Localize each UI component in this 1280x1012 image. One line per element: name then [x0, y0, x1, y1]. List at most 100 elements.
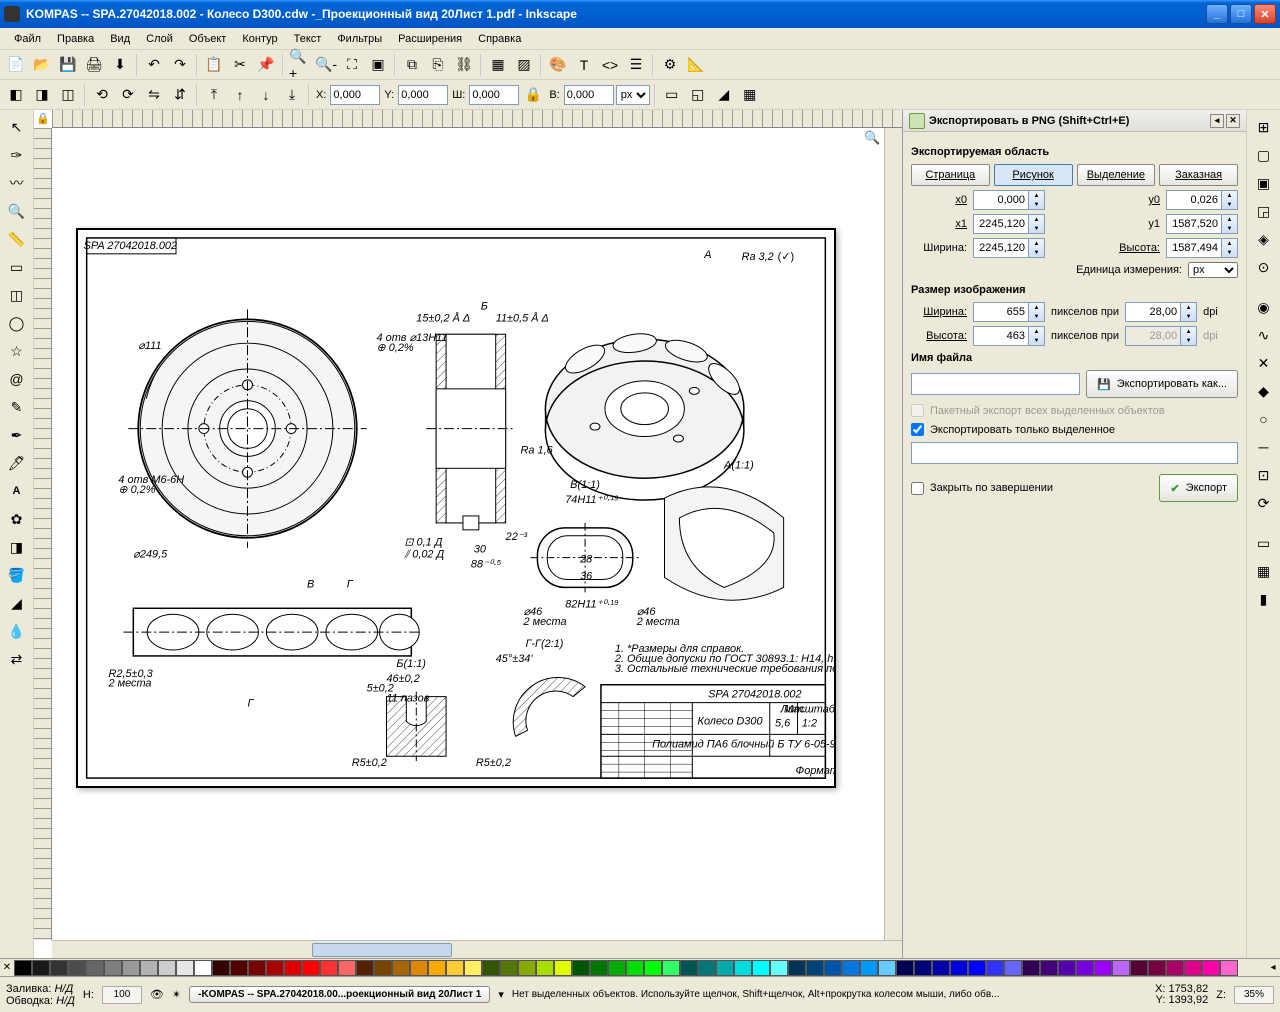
x1-spinner[interactable]: ▲▼ — [1029, 214, 1045, 234]
color-swatch[interactable] — [266, 960, 284, 976]
bezier-tool-icon[interactable]: ✒ — [4, 422, 30, 448]
color-swatch[interactable] — [374, 960, 392, 976]
menu-file[interactable]: Файл — [6, 31, 49, 47]
x1-input[interactable] — [973, 214, 1029, 234]
spiral-tool-icon[interactable]: @ — [4, 366, 30, 392]
area-height-spinner[interactable]: ▲▼ — [1222, 238, 1238, 258]
snap-smooth-icon[interactable]: ○ — [1251, 406, 1277, 432]
dropper-tool-icon[interactable]: 💧 — [4, 618, 30, 644]
area-width-spinner[interactable]: ▲▼ — [1029, 238, 1045, 258]
area-width-input[interactable] — [973, 238, 1029, 258]
color-swatch[interactable] — [500, 960, 518, 976]
color-swatch[interactable] — [194, 960, 212, 976]
only-selection-checkbox[interactable] — [911, 423, 924, 436]
measure-tool-icon[interactable]: 📏 — [4, 226, 30, 252]
zoom-canvas-icon[interactable]: 🔍 — [864, 130, 880, 146]
gradient-tool-icon[interactable]: ◢ — [4, 590, 30, 616]
affect-pattern-icon[interactable]: ▦ — [738, 83, 762, 107]
color-swatch[interactable] — [590, 960, 608, 976]
color-swatch[interactable] — [788, 960, 806, 976]
x0-input[interactable] — [973, 190, 1029, 210]
color-swatch[interactable] — [140, 960, 158, 976]
export-area-selection[interactable]: Выделение — [1077, 164, 1156, 186]
spray-tool-icon[interactable]: ✿ — [4, 506, 30, 532]
snap-path-icon[interactable]: ∿ — [1251, 322, 1277, 348]
canvas[interactable]: 🔍 SPA 27042018.002 Ra 3,2 (✓) А — [52, 128, 884, 940]
cut-icon[interactable]: ✂ — [228, 53, 252, 77]
color-swatch[interactable] — [716, 960, 734, 976]
color-swatch[interactable] — [482, 960, 500, 976]
zoom-tool-icon[interactable]: 🔍 — [4, 198, 30, 224]
eraser-tool-icon[interactable]: ◨ — [4, 534, 30, 560]
affect-stroke-icon[interactable]: ▭ — [660, 83, 684, 107]
area-units-select[interactable]: px — [1188, 262, 1238, 278]
color-swatch[interactable] — [734, 960, 752, 976]
export-area-drawing[interactable]: Рисунок — [994, 164, 1073, 186]
node-tool-icon[interactable]: ✑ — [4, 142, 30, 168]
prefs-icon[interactable]: ⚙ — [658, 53, 682, 77]
unlink-icon[interactable]: ⛓ — [452, 53, 476, 77]
filename-input[interactable] — [911, 373, 1080, 395]
color-swatch[interactable] — [1040, 960, 1058, 976]
lock-layer-icon[interactable]: 🔒 — [36, 112, 50, 126]
ungroup-icon[interactable]: ▨ — [512, 53, 536, 77]
color-swatch[interactable] — [932, 960, 950, 976]
alpha-input[interactable] — [102, 986, 142, 1004]
select-all-icon[interactable]: ◧ — [4, 83, 28, 107]
color-swatch[interactable] — [1004, 960, 1022, 976]
ruler-vertical[interactable] — [34, 128, 52, 940]
color-swatch[interactable] — [770, 960, 788, 976]
affect-corner-icon[interactable]: ◱ — [686, 83, 710, 107]
color-swatch[interactable] — [950, 960, 968, 976]
fill-stroke-icon[interactable]: 🎨 — [546, 53, 570, 77]
color-swatch[interactable] — [1022, 960, 1040, 976]
raise-top-icon[interactable]: ⤒ — [202, 83, 226, 107]
scrollbar-horizontal[interactable] — [52, 940, 902, 958]
lower-icon[interactable]: ↓ — [254, 83, 278, 107]
color-swatch[interactable] — [518, 960, 536, 976]
w-input[interactable] — [469, 85, 519, 105]
menu-view[interactable]: Вид — [102, 31, 138, 47]
color-swatch[interactable] — [896, 960, 914, 976]
h-input[interactable] — [564, 85, 614, 105]
snap-grid-icon[interactable]: ▦ — [1251, 558, 1277, 584]
color-swatch[interactable] — [1076, 960, 1094, 976]
rotate-ccw-icon[interactable]: ⟲ — [90, 83, 114, 107]
3dbox-tool-icon[interactable]: ◫ — [4, 282, 30, 308]
close-button[interactable]: ✕ — [1254, 4, 1276, 24]
rotate-cw-icon[interactable]: ⟳ — [116, 83, 140, 107]
area-height-input[interactable] — [1166, 238, 1222, 258]
copy-icon[interactable]: 📋 — [202, 53, 226, 77]
color-swatch[interactable] — [1184, 960, 1202, 976]
select-layer-icon[interactable]: ◨ — [30, 83, 54, 107]
snap-cusp-icon[interactable]: ◆ — [1251, 378, 1277, 404]
selector-tool-icon[interactable]: ↖ — [4, 114, 30, 140]
star-tool-icon[interactable]: ☆ — [4, 338, 30, 364]
save-icon[interactable]: 💾 — [56, 53, 80, 77]
color-swatch[interactable] — [860, 960, 878, 976]
color-swatch[interactable] — [842, 960, 860, 976]
color-swatch[interactable] — [986, 960, 1004, 976]
zoom-in-icon[interactable]: 🔍+ — [288, 53, 312, 77]
rect-tool-icon[interactable]: ▭ — [4, 254, 30, 280]
color-swatch[interactable] — [446, 960, 464, 976]
snap-page-icon[interactable]: ▭ — [1251, 530, 1277, 556]
paste-icon[interactable]: 📌 — [254, 53, 278, 77]
color-swatch[interactable] — [1220, 960, 1238, 976]
color-swatch[interactable] — [1202, 960, 1220, 976]
connector-tool-icon[interactable]: ⇄ — [4, 646, 30, 672]
color-swatch[interactable] — [104, 960, 122, 976]
calligraphy-tool-icon[interactable]: 🖊 — [4, 450, 30, 476]
color-swatch[interactable] — [158, 960, 176, 976]
dpi1-spinner[interactable]: ▲▼ — [1181, 302, 1197, 322]
color-swatch[interactable] — [644, 960, 662, 976]
zoom-fit-icon[interactable]: ⛶ — [340, 53, 364, 77]
fill-value[interactable]: Н/Д — [54, 983, 73, 995]
ruler-horizontal[interactable] — [52, 110, 902, 128]
export-as-button[interactable]: 💾 Экспортировать как... — [1086, 370, 1238, 398]
color-swatch[interactable] — [1112, 960, 1130, 976]
color-swatch[interactable] — [626, 960, 644, 976]
minimize-button[interactable]: _ — [1206, 4, 1228, 24]
palette-menu-icon[interactable]: ◂ — [1266, 959, 1280, 976]
color-swatch[interactable] — [878, 960, 896, 976]
